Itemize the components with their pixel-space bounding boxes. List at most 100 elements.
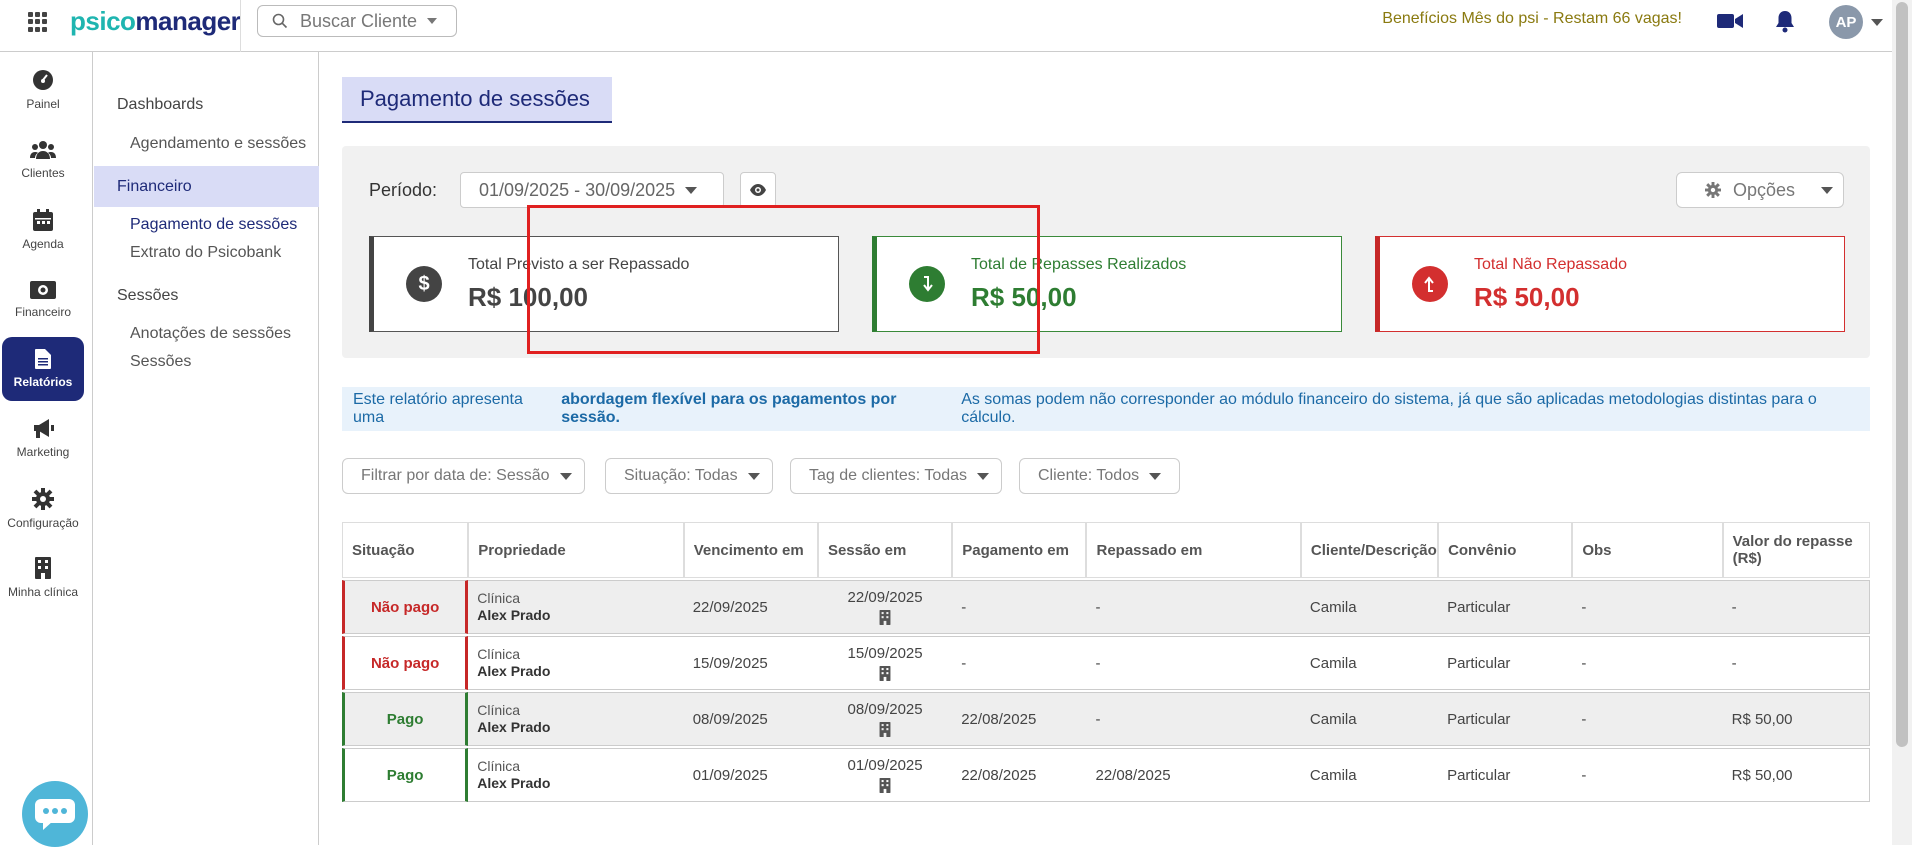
column-header[interactable]: Vencimento em <box>683 522 818 578</box>
chat-button[interactable] <box>22 781 88 847</box>
filter-label: Cliente: Todos <box>1038 467 1140 484</box>
insurance-cell: Particular <box>1438 636 1573 690</box>
arrow-up-icon <box>1412 266 1448 302</box>
due-date-cell: 22/09/2025 <box>683 580 818 634</box>
obs-cell: - <box>1572 748 1723 802</box>
info-text-start: Este relatório apresenta uma <box>353 391 523 426</box>
rail-item-painel[interactable]: Painel <box>2 58 84 122</box>
rail-item-financeiro[interactable]: Financeiro <box>2 268 84 332</box>
due-date-cell: 15/09/2025 <box>683 636 818 690</box>
building-icon <box>879 778 891 793</box>
filter-situacao-select[interactable]: Situação: Todas <box>605 458 773 494</box>
card-value: R$ 50,00 <box>1474 281 1580 312</box>
scrollbar-thumb[interactable] <box>1896 2 1908 747</box>
column-header[interactable]: Situação <box>342 522 469 578</box>
building-icon <box>35 557 51 579</box>
property-cell: Clínica Alex Prado <box>468 692 684 746</box>
building-icon <box>879 666 891 681</box>
table-row[interactable]: Não pago Clínica Alex Prado 15/09/2025 15… <box>342 636 1870 690</box>
rail-label: Painel <box>26 97 60 111</box>
transfer-date-cell: - <box>1086 692 1301 746</box>
search-label: Buscar Cliente <box>300 10 418 31</box>
due-date-cell: 01/09/2025 <box>683 748 818 802</box>
chevron-down-icon[interactable] <box>1871 19 1883 26</box>
sub-navigation: Dashboards Agendamento e sessões Finance… <box>94 52 319 845</box>
info-text-bold: abordagem flexível para os pagamentos po… <box>561 391 897 426</box>
table-header-row: Situação Propriedade Vencimento em Sessã… <box>342 522 1870 578</box>
rail-label: Relatórios <box>13 375 73 389</box>
info-banner: Este relatório apresenta uma abordagem f… <box>342 387 1870 431</box>
rail-item-clientes[interactable]: Clientes <box>2 128 84 192</box>
column-header[interactable]: Sessão em <box>817 522 953 578</box>
avatar[interactable]: AP <box>1829 5 1863 39</box>
chevron-down-icon <box>1149 472 1162 480</box>
rail-label: Configuração <box>7 516 79 530</box>
column-header[interactable]: Pagamento em <box>952 522 1087 578</box>
page-title: Pagamento de sessões <box>342 77 612 123</box>
rail-item-agenda[interactable]: Agenda <box>2 198 84 262</box>
subnav-link-pagamento[interactable]: Pagamento de sessões <box>130 216 297 234</box>
rail-item-configuracao[interactable]: Configuração <box>2 477 84 541</box>
dollar-icon: $ <box>406 266 442 302</box>
rail-item-relatorios[interactable]: Relatórios <box>2 337 84 401</box>
subnav-link-agendamento[interactable]: Agendamento e sessões <box>130 135 306 153</box>
filter-cliente-select[interactable]: Cliente: Todos <box>1019 458 1180 494</box>
megaphone-icon <box>34 419 54 438</box>
table-row[interactable]: Não pago Clínica Alex Prado 22/09/2025 22… <box>342 580 1870 634</box>
column-header[interactable]: Valor do repasse (R$) <box>1722 522 1870 578</box>
subnav-heading-dashboards[interactable]: Dashboards <box>117 96 203 114</box>
logo[interactable]: psicomanager <box>70 6 241 37</box>
subnav-heading-sessoes[interactable]: Sessões <box>117 287 178 305</box>
due-date-cell: 08/09/2025 <box>683 692 818 746</box>
subnav-link-extrato[interactable]: Extrato do Psicobank <box>130 244 281 262</box>
calendar-icon <box>33 209 53 231</box>
property-cell: Clínica Alex Prado <box>468 636 684 690</box>
subnav-heading-financeiro[interactable]: Financeiro <box>94 166 319 207</box>
rail-item-minha-clinica[interactable]: Minha clínica <box>2 546 84 610</box>
money-icon <box>30 281 56 299</box>
video-camera-icon[interactable] <box>1717 12 1743 30</box>
promo-link[interactable]: Benefícios Mês do psi - Restam 66 vagas! <box>1382 10 1682 28</box>
building-icon <box>879 610 891 625</box>
users-icon <box>30 141 56 159</box>
rail-label: Marketing <box>16 445 70 459</box>
filter-tag-select[interactable]: Tag de clientes: Todas <box>790 458 1002 494</box>
filter-label: Filtrar por data de: Sessão <box>361 467 550 484</box>
highlight-box <box>527 205 1040 354</box>
column-header[interactable]: Propriedade <box>468 522 684 578</box>
column-header[interactable]: Cliente/Descrição <box>1300 522 1439 578</box>
session-date-cell: 15/09/2025 <box>817 636 953 690</box>
chat-icon <box>35 799 75 830</box>
session-date-cell: 22/09/2025 <box>817 580 953 634</box>
rail-item-marketing[interactable]: Marketing <box>2 407 84 471</box>
table-row[interactable]: Pago Clínica Alex Prado 08/09/2025 08/09/… <box>342 692 1870 746</box>
subnav-link-anotacoes[interactable]: Anotações de sessões <box>130 325 291 343</box>
filter-data-select[interactable]: Filtrar por data de: Sessão <box>342 458 585 494</box>
session-date-cell: 08/09/2025 <box>817 692 953 746</box>
search-client-button[interactable]: Buscar Cliente <box>257 5 457 37</box>
period-select[interactable]: 01/09/2025 - 30/09/2025 <box>460 172 724 208</box>
column-header[interactable]: Repassado em <box>1086 522 1301 578</box>
apps-grid-icon[interactable] <box>28 12 48 32</box>
chevron-down-icon <box>427 18 438 24</box>
payment-date-cell: 22/08/2025 <box>952 692 1087 746</box>
bell-icon[interactable] <box>1774 9 1796 33</box>
property-cell: Clínica Alex Prado <box>468 580 684 634</box>
subnav-link-sessoes[interactable]: Sessões <box>130 353 191 371</box>
options-button[interactable]: Opções <box>1676 172 1844 208</box>
amount-cell: - <box>1722 636 1870 690</box>
insurance-cell: Particular <box>1438 580 1573 634</box>
payment-date-cell: - <box>952 580 1087 634</box>
table-row[interactable]: Pago Clínica Alex Prado 01/09/2025 01/09/… <box>342 748 1870 802</box>
column-header[interactable]: Convênio <box>1438 522 1573 578</box>
insurance-cell: Particular <box>1438 748 1573 802</box>
transfer-date-cell: 22/08/2025 <box>1086 748 1301 802</box>
payments-table: Situação Propriedade Vencimento em Sessã… <box>342 520 1870 804</box>
card-label: Total Não Repassado <box>1474 255 1627 273</box>
search-icon <box>272 13 288 29</box>
toggle-visibility-button[interactable] <box>740 172 776 208</box>
rail-label: Clientes <box>21 166 65 180</box>
column-header[interactable]: Obs <box>1572 522 1723 578</box>
client-cell: Camila <box>1300 748 1439 802</box>
client-cell: Camila <box>1300 692 1439 746</box>
